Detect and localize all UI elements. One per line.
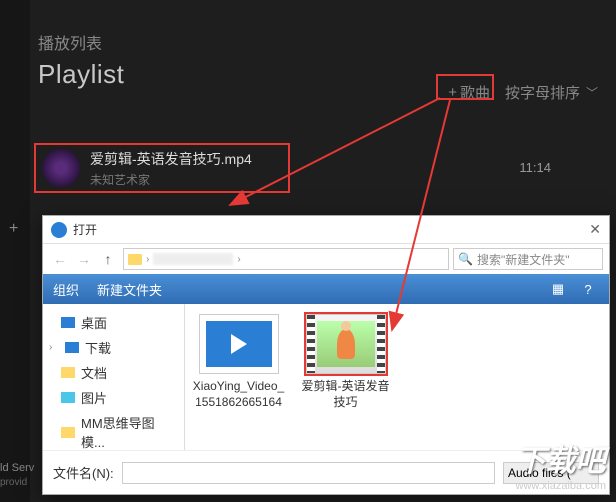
file-item[interactable]: XiaoYing_Video_15518626651​64 — [191, 314, 286, 440]
sidebar-item[interactable]: 桌面 — [47, 310, 180, 335]
add-icon[interactable]: + — [9, 220, 18, 238]
watermark: 下载吧 www.xiazaiba.com — [516, 436, 606, 492]
sidebar-item[interactable]: 文档 — [47, 360, 180, 385]
sidebar-item-label: 桌面 — [81, 313, 107, 332]
file-label: XiaoYing_Video_15518626651​64 — [191, 379, 286, 410]
filename-label: 文件名(N): — [53, 463, 114, 482]
watermark-text: 下载吧 — [516, 436, 606, 480]
chevron-icon: › — [49, 342, 59, 353]
track-artist: 未知艺术家 — [90, 171, 252, 188]
left-text-2: provid — [0, 477, 27, 488]
track-title: 爱剪辑-英语发音技巧.mp4 — [90, 149, 252, 169]
chevron-down-icon: ﹀ — [586, 84, 598, 101]
new-folder-button[interactable]: 新建文件夹 — [97, 280, 162, 299]
search-placeholder: 搜索"新建文件夹" — [477, 251, 570, 268]
search-icon: 🔍 — [458, 252, 473, 266]
path-segment — [153, 253, 233, 265]
left-text-1: ld Serv — [0, 462, 34, 474]
close-icon[interactable]: ✕ — [589, 221, 601, 238]
folder-icon — [128, 254, 142, 265]
folder-icon — [61, 367, 75, 378]
file-list: XiaoYing_Video_15518626651​64 爱剪辑-英语发音技巧 — [185, 304, 609, 450]
file-label: 爱剪辑-英语发音技巧 — [298, 379, 393, 410]
playlist-track[interactable]: 爱剪辑-英语发音技巧.mp4 未知艺术家 — [34, 143, 290, 193]
file-thumb — [199, 314, 279, 374]
sidebar-item[interactable]: 图片 — [47, 385, 180, 410]
nav-back-button[interactable]: ← — [49, 248, 71, 270]
nav-up-button[interactable]: ↑ — [97, 248, 119, 270]
sort-button[interactable]: 按字母排序 ﹀ — [505, 82, 598, 103]
sidebar-item-label: 下载 — [85, 338, 111, 357]
search-input[interactable]: 🔍 搜索"新建文件夹" — [453, 248, 603, 270]
help-icon[interactable]: ? — [577, 281, 599, 297]
organize-button[interactable]: 组织 — [53, 280, 79, 299]
folder-icon — [61, 427, 75, 438]
dialog-sidebar: 桌面›下载文档图片MM思维导图模...盲图 — [43, 304, 185, 450]
folder-icon — [61, 317, 75, 328]
file-item[interactable]: 爱剪辑-英语发音技巧 — [298, 314, 393, 440]
nav-forward-button: → — [73, 248, 95, 270]
track-art-icon — [42, 149, 80, 187]
highlight-add-song — [436, 74, 494, 100]
sidebar-item[interactable]: MM思维导图模... — [47, 410, 180, 450]
dialog-title: 打开 — [73, 221, 97, 238]
sidebar-item-label: 文档 — [81, 363, 107, 382]
sidebar-item[interactable]: › 下载 — [47, 335, 180, 360]
playlist-label-cn: 播放列表 — [38, 30, 616, 54]
chevron-right-icon: › — [146, 254, 149, 265]
sort-label: 按字母排序 — [505, 82, 580, 103]
sidebar-item-label: MM思维导图模... — [81, 413, 178, 450]
folder-icon — [61, 392, 75, 403]
folder-icon — [65, 342, 79, 353]
path-bar[interactable]: › › — [123, 248, 449, 270]
sidebar-item-label: 图片 — [81, 388, 107, 407]
track-duration: 11:14 — [519, 160, 551, 175]
view-icon[interactable]: ▦ — [547, 281, 569, 297]
filename-input[interactable] — [122, 462, 495, 484]
watermark-url: www.xiazaiba.com — [516, 480, 606, 492]
chevron-right-icon: › — [237, 254, 240, 265]
file-thumb — [306, 314, 386, 374]
app-icon — [51, 222, 67, 238]
